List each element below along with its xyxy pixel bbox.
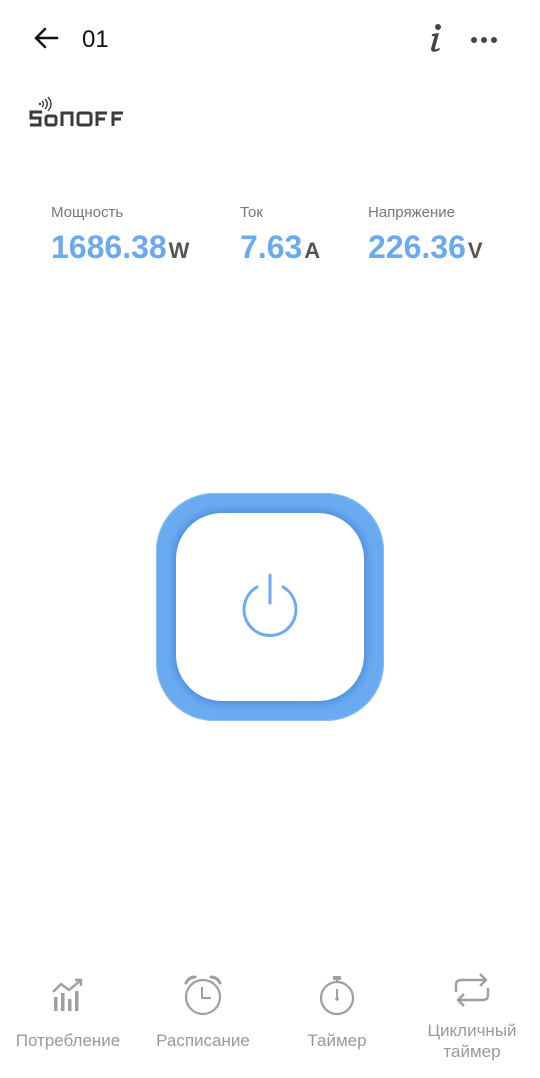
- more-button[interactable]: [464, 20, 504, 60]
- nav-label: Цикличный таймер: [427, 1021, 517, 1061]
- metric-unit: V: [467, 238, 483, 263]
- metric-value: 226.36: [368, 229, 466, 265]
- alarm-clock-icon: [138, 960, 268, 1030]
- metric-voltage: Напряжение 226.36V: [368, 203, 483, 274]
- metric-label: Мощность: [51, 204, 124, 221]
- nav-item-timer[interactable]: Таймер: [272, 960, 402, 1051]
- metric-value-row: 226.36V: [368, 227, 483, 274]
- metric-value-row: 7.63A: [240, 227, 320, 274]
- metric-label: Напряжение: [368, 204, 455, 221]
- nav-label: Расписание: [156, 1031, 250, 1050]
- nav-label: Потребление: [15, 1031, 121, 1050]
- device-screen: 01 Мощность 1686.38W Ток 7.63A Напряжени…: [0, 0, 540, 1078]
- bottom-nav: Потребление Расписание Таймер Цикличный …: [0, 960, 540, 1078]
- metric-value: 1686.38: [51, 229, 167, 265]
- power-button-face: [176, 513, 364, 701]
- page-title: 01: [82, 26, 109, 53]
- nav-item-cycle-timer[interactable]: Цикличный таймер: [407, 960, 537, 1062]
- nav-label: Таймер: [307, 1031, 367, 1050]
- chart-icon: [3, 960, 133, 1030]
- metric-unit: W: [168, 238, 190, 263]
- stopwatch-icon: [272, 960, 402, 1030]
- metric-value-row: 1686.38W: [51, 227, 189, 274]
- power-button[interactable]: [156, 493, 384, 721]
- metric-value: 7.63: [240, 229, 303, 265]
- nav-item-schedule[interactable]: Расписание: [138, 960, 268, 1051]
- back-button[interactable]: [26, 20, 66, 60]
- top-bar: 01: [0, 0, 540, 80]
- info-button[interactable]: [418, 20, 454, 60]
- info-icon: [426, 23, 446, 58]
- metric-label: Ток: [240, 204, 263, 221]
- power-icon: [238, 571, 302, 644]
- metric-unit: A: [304, 238, 321, 263]
- arrow-left-icon: [33, 27, 59, 54]
- nav-item-consumption[interactable]: Потребление: [3, 960, 133, 1051]
- metric-current: Ток 7.63A: [240, 203, 320, 274]
- more-dots-icon: [470, 31, 498, 49]
- repeat-icon: [407, 960, 537, 1020]
- metric-power: Мощность 1686.38W: [51, 203, 189, 274]
- sonoff-logo: [28, 96, 138, 132]
